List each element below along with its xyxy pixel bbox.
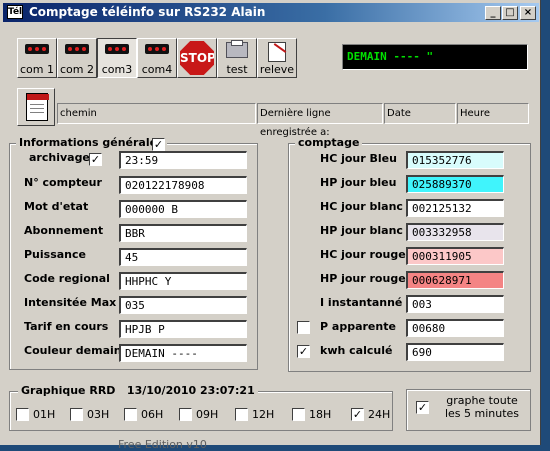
minimize-button[interactable]: _ [485, 6, 501, 20]
printer-icon [226, 40, 248, 58]
serial-port-icon [25, 44, 49, 54]
p-apparente-field[interactable]: 00680 [406, 319, 504, 337]
stop-sign-icon: STOP [180, 41, 214, 75]
serial-port-icon [105, 44, 129, 54]
graph-09h-label: 09H [196, 408, 219, 421]
graph-03h-checkbox[interactable] [70, 408, 83, 421]
graph-03h-label: 03H [87, 408, 110, 421]
com1-button[interactable]: com 1 [17, 38, 57, 78]
hc-bleu-label: HC jour Bleu [320, 152, 397, 165]
i-instant-label: I instantanné [320, 296, 403, 309]
archivage-field[interactable]: 23:59 [119, 151, 247, 169]
p-apparente-label: P apparente [320, 320, 396, 333]
general-info-checkbox[interactable]: ✓ [152, 138, 165, 151]
com4-button[interactable]: com4 [137, 38, 177, 78]
graph-24h-checkbox[interactable]: ✓ [351, 408, 364, 421]
comptage-title: comptage [295, 136, 363, 149]
archivage-checkbox[interactable]: ✓ [89, 153, 102, 166]
graph-datetime: 13/10/2010 23:07:21 [126, 384, 255, 397]
every5-line1: graphe toute [446, 394, 518, 407]
general-info-title: Informations générales [16, 136, 167, 149]
time-field: Heure [457, 103, 529, 124]
graph-title: Graphique RRD 13/10/2010 23:07:21 [18, 384, 258, 397]
tarif-field[interactable]: HPJB P [119, 320, 247, 338]
every5-label: graphe toute les 5 minutes [437, 394, 527, 420]
abonnement-label: Abonnement [24, 224, 104, 237]
app-window: Tél Comptage téléinfo sur RS232 Alain _ … [0, 0, 541, 451]
com3-label: com3 [101, 63, 133, 76]
maximize-button[interactable]: □ [502, 6, 518, 20]
com4-label: com4 [141, 63, 173, 76]
p-apparente-checkbox[interactable] [297, 321, 310, 334]
compteur-label: N° compteur [24, 176, 102, 189]
graph-18h-label: 18H [309, 408, 332, 421]
intensite-max-field[interactable]: 035 [119, 296, 247, 314]
hp-blanc-field[interactable]: 003332958 [406, 223, 504, 241]
graph-01h-label: 01H [33, 408, 56, 421]
serial-port-icon [145, 44, 169, 54]
hc-bleu-field[interactable]: 015352776 [406, 151, 504, 169]
i-instant-field[interactable]: 003 [406, 295, 504, 313]
graph-12h-checkbox[interactable] [235, 408, 248, 421]
hc-blanc-label: HC jour blanc [320, 200, 403, 213]
serial-port-icon [65, 44, 89, 54]
code-regional-field[interactable]: HHPHC Y [119, 272, 247, 290]
code-regional-label: Code regional [24, 272, 110, 285]
compteur-field[interactable]: 020122178908 [119, 176, 247, 194]
hc-rouge-field[interactable]: 000311905 [406, 247, 504, 265]
notebook-button[interactable] [17, 88, 55, 126]
intensite-max-label: Intensitée Max [24, 296, 117, 309]
notepad-pencil-icon [268, 42, 287, 62]
hp-blanc-label: HP jour blanc [320, 224, 403, 237]
test-label: test [226, 63, 248, 76]
date-field: Date [384, 103, 456, 124]
com3-button[interactable]: com3 [97, 38, 137, 78]
graph-title-text: Graphique RRD [21, 384, 116, 397]
mot-etat-field[interactable]: 000000 B [119, 200, 247, 218]
stop-button[interactable]: STOP [177, 38, 217, 78]
com2-label: com 2 [60, 63, 94, 76]
puissance-label: Puissance [24, 248, 86, 261]
kwh-checkbox[interactable]: ✓ [297, 345, 310, 358]
every5-checkbox[interactable]: ✓ [416, 401, 429, 414]
couleur-label: Couleur demain [24, 344, 122, 357]
every5-line2: les 5 minutes [444, 407, 520, 420]
graph-06h-checkbox[interactable] [124, 408, 137, 421]
hp-rouge-label: HP jour rouge [320, 272, 406, 285]
graph-12h-label: 12H [252, 408, 275, 421]
window-title: Comptage téléinfo sur RS232 Alain [29, 5, 266, 19]
graph-06h-label: 06H [141, 408, 164, 421]
abonnement-field[interactable]: BBR [119, 224, 247, 242]
app-icon: Tél [7, 5, 23, 19]
com1-label: com 1 [20, 63, 54, 76]
status-display: DEMAIN ---- " [342, 44, 528, 70]
title-bar[interactable]: Tél Comptage téléinfo sur RS232 Alain _ … [3, 3, 539, 22]
graph-09h-checkbox[interactable] [179, 408, 192, 421]
tarif-label: Tarif en cours [24, 320, 109, 333]
releve-label: releve [259, 63, 295, 76]
graph-18h-checkbox[interactable] [292, 408, 305, 421]
hp-bleu-field[interactable]: 025889370 [406, 175, 504, 193]
couleur-field[interactable]: DEMAIN ---- [119, 344, 247, 362]
graph-01h-checkbox[interactable] [16, 408, 29, 421]
hp-bleu-label: HP jour bleu [320, 176, 397, 189]
notebook-icon [26, 93, 49, 121]
puissance-field[interactable]: 45 [119, 248, 247, 266]
close-button[interactable]: × [520, 6, 536, 20]
archivage-label: archivage [29, 151, 90, 164]
hc-rouge-label: HC jour rouge [320, 248, 406, 261]
path-field: chemin [57, 103, 256, 124]
test-button[interactable]: test [217, 38, 257, 78]
releve-button[interactable]: releve [257, 38, 297, 78]
mot-etat-label: Mot d'etat [24, 200, 89, 213]
com2-button[interactable]: com 2 [57, 38, 97, 78]
kwh-label: kwh calculé [320, 344, 393, 357]
hc-blanc-field[interactable]: 002125132 [406, 199, 504, 217]
last-line-label: Dernière ligne enregistrée a: [257, 103, 383, 138]
kwh-field[interactable]: 690 [406, 343, 504, 361]
hp-rouge-field[interactable]: 000628971 [406, 271, 504, 289]
graph-24h-label: 24H [368, 408, 391, 421]
